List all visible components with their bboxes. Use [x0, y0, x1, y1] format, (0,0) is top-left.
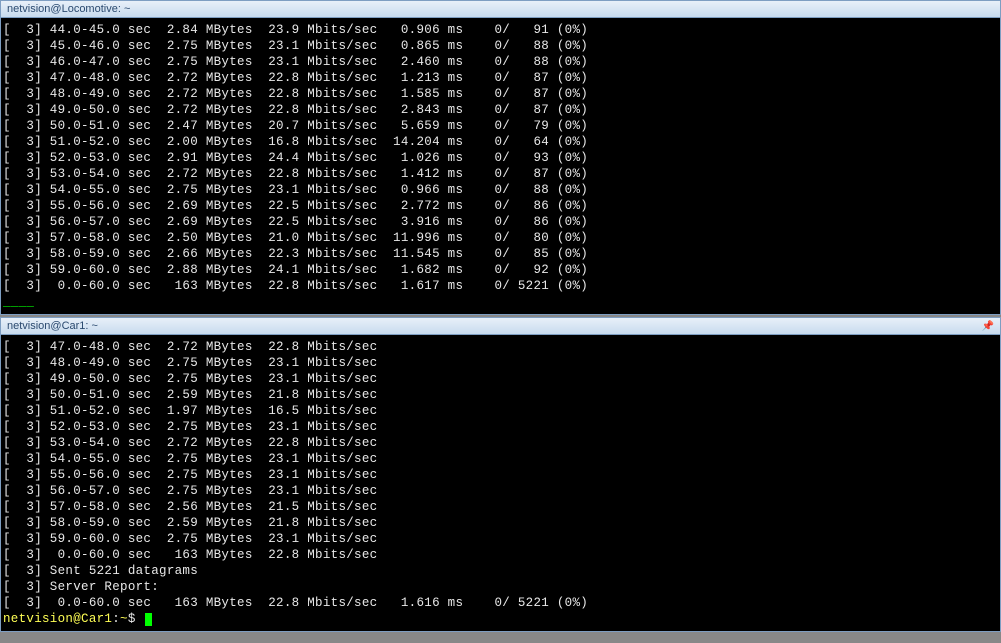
- prompt-suffix: $: [128, 612, 144, 626]
- terminal-pane-locomotive: netvision@Locomotive: ~ [ 3] 44.0-45.0 s…: [0, 0, 1001, 315]
- prompt-user: netvision@Car1: [3, 612, 112, 626]
- output-line: [ 3] 59.0-60.0 sec 2.88 MBytes 24.1 Mbit…: [3, 262, 998, 278]
- pin-icon[interactable]: 📌: [982, 321, 994, 332]
- output-line: [ 3] 50.0-51.0 sec 2.59 MBytes 21.8 Mbit…: [3, 387, 998, 403]
- cursor-icon: [145, 613, 152, 626]
- terminal-output-locomotive[interactable]: [ 3] 44.0-45.0 sec 2.84 MBytes 23.9 Mbit…: [1, 18, 1000, 314]
- output-line: [ 3] 54.0-55.0 sec 2.75 MBytes 23.1 Mbit…: [3, 451, 998, 467]
- output-line: [ 3] 56.0-57.0 sec 2.69 MBytes 22.5 Mbit…: [3, 214, 998, 230]
- output-line: [ 3] 52.0-53.0 sec 2.91 MBytes 24.4 Mbit…: [3, 150, 998, 166]
- output-line: [ 3] Sent 5221 datagrams: [3, 563, 998, 579]
- output-line: [ 3] 0.0-60.0 sec 163 MBytes 22.8 Mbits/…: [3, 547, 998, 563]
- output-line: [ 3] 50.0-51.0 sec 2.47 MBytes 20.7 Mbit…: [3, 118, 998, 134]
- output-line: [ 3] 0.0-60.0 sec 163 MBytes 22.8 Mbits/…: [3, 595, 998, 611]
- output-line: [ 3] 57.0-58.0 sec 2.50 MBytes 21.0 Mbit…: [3, 230, 998, 246]
- terminal-output-car1[interactable]: [ 3] 47.0-48.0 sec 2.72 MBytes 22.8 Mbit…: [1, 335, 1000, 631]
- output-line: [ 3] 49.0-50.0 sec 2.72 MBytes 22.8 Mbit…: [3, 102, 998, 118]
- output-line: [ 3] 55.0-56.0 sec 2.75 MBytes 23.1 Mbit…: [3, 467, 998, 483]
- terminal-pane-car1: netvision@Car1: ~ 📌 [ 3] 47.0-48.0 sec 2…: [0, 317, 1001, 632]
- output-line: [ 3] 54.0-55.0 sec 2.75 MBytes 23.1 Mbit…: [3, 182, 998, 198]
- output-line: [ 3] 59.0-60.0 sec 2.75 MBytes 23.1 Mbit…: [3, 531, 998, 547]
- output-line: [ 3] 58.0-59.0 sec 2.59 MBytes 21.8 Mbit…: [3, 515, 998, 531]
- output-line: ____: [3, 294, 998, 310]
- output-line: [ 3] 52.0-53.0 sec 2.75 MBytes 23.1 Mbit…: [3, 419, 998, 435]
- output-line: [ 3] 49.0-50.0 sec 2.75 MBytes 23.1 Mbit…: [3, 371, 998, 387]
- output-line: [ 3] 47.0-48.0 sec 2.72 MBytes 22.8 Mbit…: [3, 70, 998, 86]
- output-line: [ 3] 53.0-54.0 sec 2.72 MBytes 22.8 Mbit…: [3, 435, 998, 451]
- window-title: netvision@Car1: ~: [7, 320, 98, 332]
- output-line: [ 3] 46.0-47.0 sec 2.75 MBytes 23.1 Mbit…: [3, 54, 998, 70]
- prompt-sep: :: [112, 612, 120, 626]
- output-line: [ 3] 57.0-58.0 sec 2.56 MBytes 21.5 Mbit…: [3, 499, 998, 515]
- output-line: [ 3] 51.0-52.0 sec 2.00 MBytes 16.8 Mbit…: [3, 134, 998, 150]
- output-line: [ 3] 48.0-49.0 sec 2.72 MBytes 22.8 Mbit…: [3, 86, 998, 102]
- output-line: [ 3] 53.0-54.0 sec 2.72 MBytes 22.8 Mbit…: [3, 166, 998, 182]
- window-title: netvision@Locomotive: ~: [7, 3, 130, 15]
- prompt-line[interactable]: netvision@Car1:~$: [3, 611, 998, 627]
- output-line: [ 3] 47.0-48.0 sec 2.72 MBytes 22.8 Mbit…: [3, 339, 998, 355]
- output-line: [ 3] 56.0-57.0 sec 2.75 MBytes 23.1 Mbit…: [3, 483, 998, 499]
- output-line: [ 3] 51.0-52.0 sec 1.97 MBytes 16.5 Mbit…: [3, 403, 998, 419]
- prompt-path: ~: [120, 612, 128, 626]
- output-line: [ 3] 45.0-46.0 sec 2.75 MBytes 23.1 Mbit…: [3, 38, 998, 54]
- titlebar-car1[interactable]: netvision@Car1: ~ 📌: [1, 318, 1000, 335]
- output-line: [ 3] 55.0-56.0 sec 2.69 MBytes 22.5 Mbit…: [3, 198, 998, 214]
- output-line: [ 3] 0.0-60.0 sec 163 MBytes 22.8 Mbits/…: [3, 278, 998, 294]
- output-line: [ 3] 58.0-59.0 sec 2.66 MBytes 22.3 Mbit…: [3, 246, 998, 262]
- titlebar-locomotive[interactable]: netvision@Locomotive: ~: [1, 1, 1000, 18]
- output-line: [ 3] 48.0-49.0 sec 2.75 MBytes 23.1 Mbit…: [3, 355, 998, 371]
- output-line: [ 3] Server Report:: [3, 579, 998, 595]
- output-line: [ 3] 44.0-45.0 sec 2.84 MBytes 23.9 Mbit…: [3, 22, 998, 38]
